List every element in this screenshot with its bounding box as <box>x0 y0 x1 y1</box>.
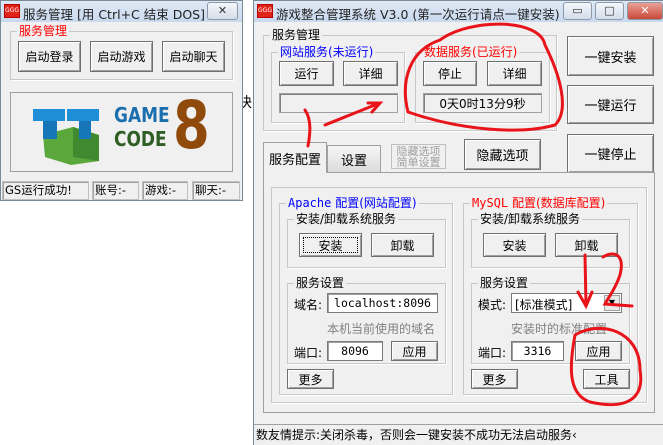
annotation-arrow-up <box>303 101 384 148</box>
annotation-number-2 <box>601 252 634 308</box>
annotation-circle-data-service <box>403 22 564 132</box>
annotation-circle-tools <box>569 326 643 407</box>
red-annotations <box>303 22 643 407</box>
annotation-arrow-down <box>576 253 594 310</box>
